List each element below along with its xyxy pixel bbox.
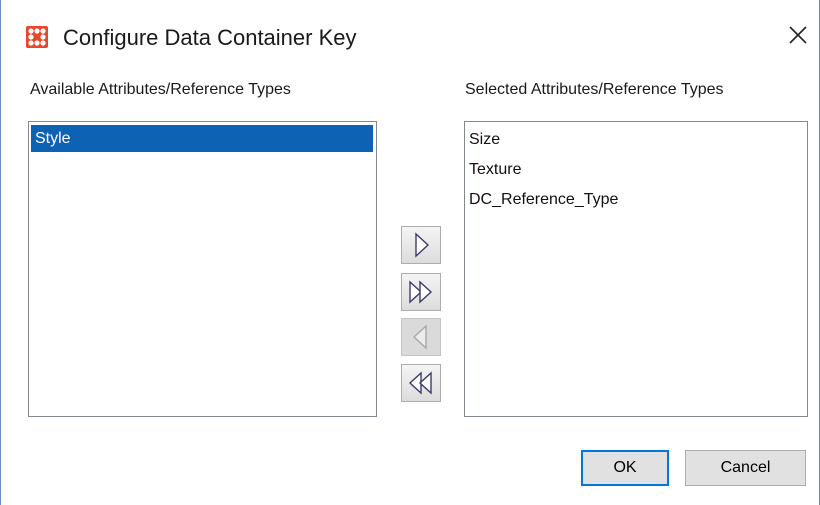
dialog-title: Configure Data Container Key xyxy=(63,25,357,50)
available-item-style[interactable]: Style xyxy=(31,125,373,152)
close-icon xyxy=(789,26,807,44)
arrow-left-icon xyxy=(412,324,427,350)
double-arrow-left-icon xyxy=(408,371,432,395)
selected-item-dc-reference-type[interactable]: DC_Reference_Type xyxy=(465,185,807,215)
arrow-right-icon xyxy=(415,232,430,258)
remove-selected-button[interactable] xyxy=(401,318,441,356)
app-icon xyxy=(26,26,48,48)
cancel-button[interactable]: Cancel xyxy=(685,450,806,486)
selected-item-texture[interactable]: Texture xyxy=(465,155,807,185)
selected-list[interactable]: Size Texture DC_Reference_Type xyxy=(464,121,808,417)
close-button[interactable] xyxy=(785,22,811,48)
ok-button[interactable]: OK xyxy=(581,450,669,486)
selected-item-size[interactable]: Size xyxy=(465,125,807,155)
available-list[interactable]: Style xyxy=(28,121,377,417)
add-all-button[interactable] xyxy=(401,273,441,311)
double-arrow-right-icon xyxy=(409,280,433,304)
available-label: Available Attributes/Reference Types xyxy=(30,81,291,98)
remove-all-button[interactable] xyxy=(401,364,441,402)
add-selected-button[interactable] xyxy=(401,226,441,264)
configure-dialog: Configure Data Container Key Available A… xyxy=(0,0,820,505)
selected-label: Selected Attributes/Reference Types xyxy=(465,81,724,98)
title-bar: Configure Data Container Key xyxy=(1,0,819,66)
